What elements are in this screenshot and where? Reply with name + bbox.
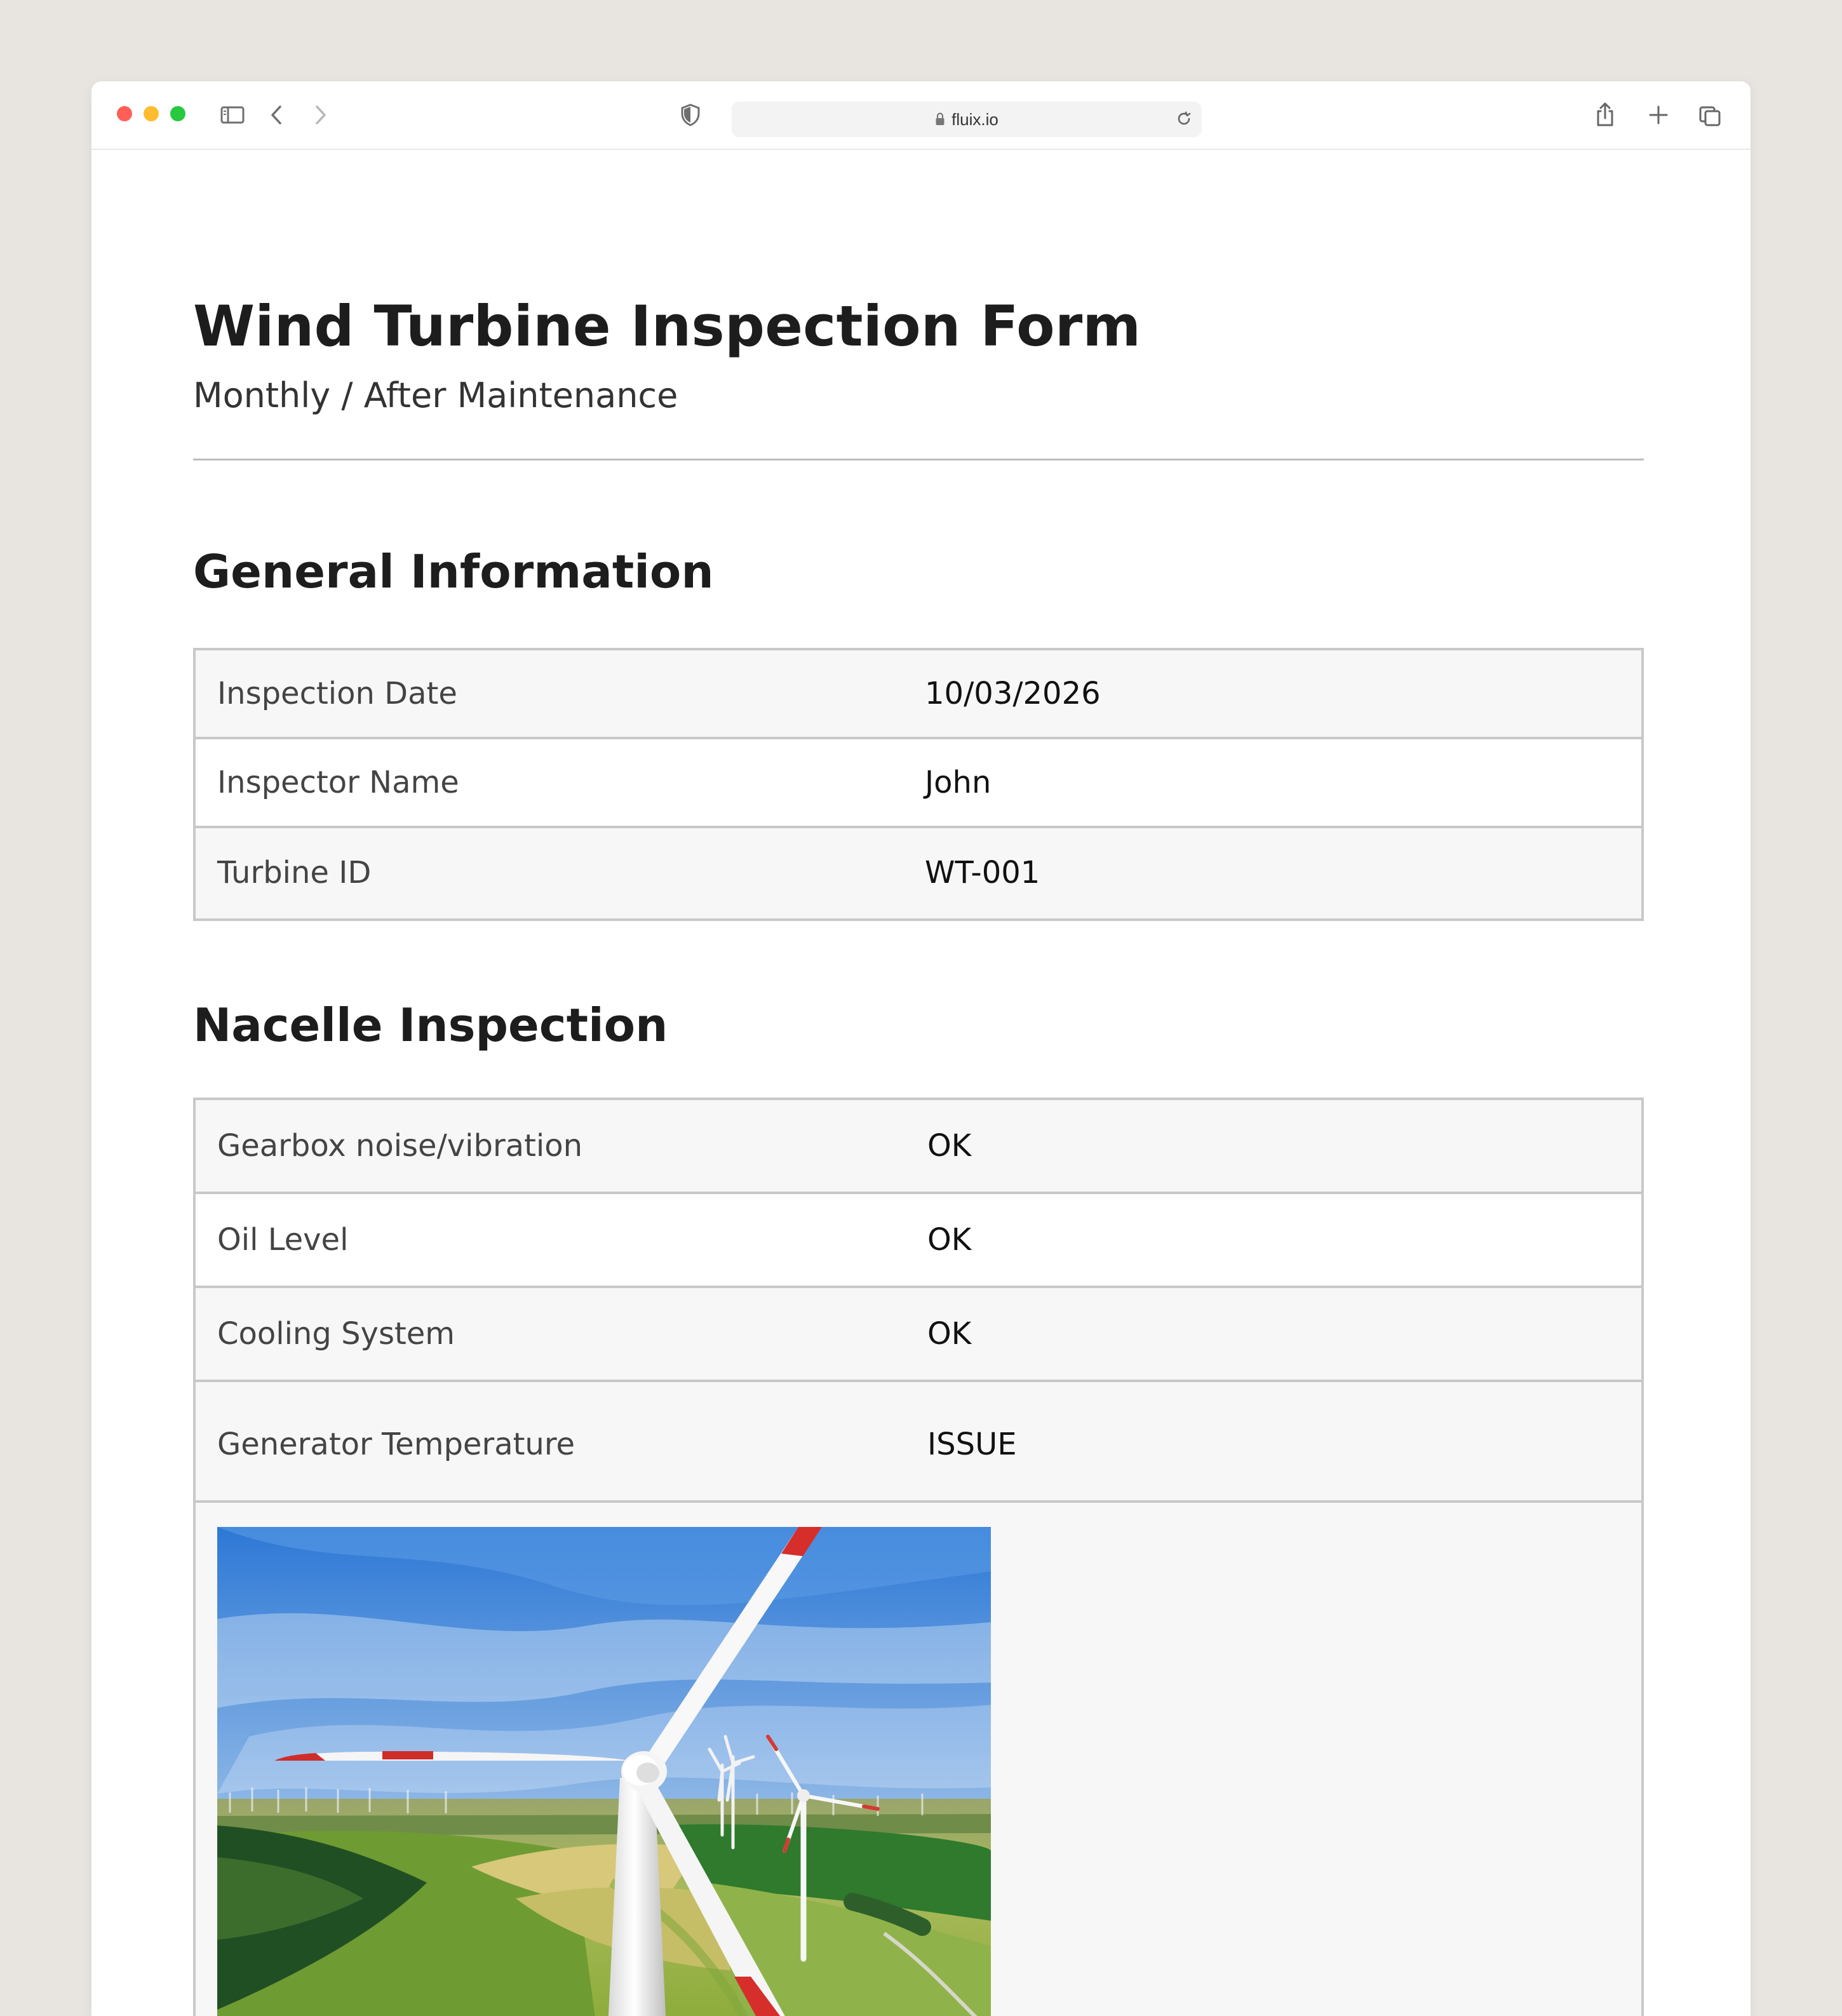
tabs-icon[interactable]	[1696, 100, 1725, 130]
address-content: fluix.io	[732, 102, 1202, 137]
nacelle-row-gearbox: Gearbox noise/vibration OK	[196, 1100, 1641, 1194]
inspection-date-label: Inspection Date	[217, 676, 457, 711]
cooling-system-status[interactable]: OK	[927, 1319, 971, 1349]
url-text: fluix.io	[951, 109, 998, 129]
wind-turbine-photo[interactable]	[217, 1527, 991, 2016]
nacelle-inspection-table: Gearbox noise/vibration OK Oil Level OK …	[193, 1098, 1644, 2016]
issue-photo-row	[196, 1503, 1641, 2016]
zoom-window-button[interactable]	[170, 106, 185, 121]
oil-level-status[interactable]: OK	[927, 1225, 971, 1255]
address-bar[interactable]: fluix.io	[732, 102, 1202, 137]
generator-temperature-label: Generator Temperature	[217, 1427, 575, 1462]
turbine-id-value[interactable]: WT-001	[925, 857, 1040, 888]
cooling-system-label: Cooling System	[217, 1316, 455, 1352]
title-divider	[193, 459, 1644, 460]
turbine-id-label: Turbine ID	[217, 855, 372, 890]
forward-arrow-icon[interactable]	[306, 100, 335, 130]
page-title: Wind Turbine Inspection Form	[193, 293, 1141, 359]
minimize-window-button[interactable]	[144, 106, 159, 121]
general-row-turbine-id: Turbine ID WT-001	[196, 828, 1641, 917]
inspection-date-value[interactable]: 10/03/2026	[925, 678, 1101, 709]
reload-icon[interactable]	[1175, 111, 1193, 128]
gearbox-status[interactable]: OK	[927, 1131, 971, 1161]
gearbox-label: Gearbox noise/vibration	[217, 1128, 583, 1164]
inspector-name-label: Inspector Name	[217, 765, 459, 800]
plus-icon[interactable]	[1644, 100, 1673, 130]
general-information-table: Inspection Date 10/03/2026 Inspector Nam…	[193, 648, 1644, 921]
general-row-inspector-name: Inspector Name John	[196, 739, 1641, 828]
back-arrow-icon[interactable]	[262, 100, 291, 130]
share-icon[interactable]	[1590, 100, 1620, 130]
nacelle-inspection-heading: Nacelle Inspection	[193, 998, 668, 1052]
browser-toolbar: fluix.io	[91, 81, 1751, 150]
page-subtitle: Monthly / After Maintenance	[193, 375, 678, 415]
shield-icon[interactable]	[676, 100, 705, 130]
inspector-name-value[interactable]: John	[925, 767, 991, 798]
inspection-form: Wind Turbine Inspection Form Monthly / A…	[193, 149, 1644, 2016]
generator-temperature-status[interactable]: ISSUE	[927, 1429, 1017, 1460]
lock-icon	[935, 112, 945, 126]
sidebar-icon[interactable]	[218, 100, 247, 130]
general-information-heading: General Information	[193, 545, 714, 598]
oil-level-label: Oil Level	[217, 1222, 349, 1258]
close-window-button[interactable]	[117, 106, 132, 121]
nacelle-row-oil-level: Oil Level OK	[196, 1194, 1641, 1288]
nacelle-row-cooling-system: Cooling System OK	[196, 1288, 1641, 1382]
general-row-inspection-date: Inspection Date 10/03/2026	[196, 650, 1641, 739]
nacelle-row-generator-temperature: Generator Temperature ISSUE	[196, 1382, 1641, 1503]
browser-window: fluix.io Wind Turbine Inspection Form Mo…	[91, 81, 1751, 2016]
